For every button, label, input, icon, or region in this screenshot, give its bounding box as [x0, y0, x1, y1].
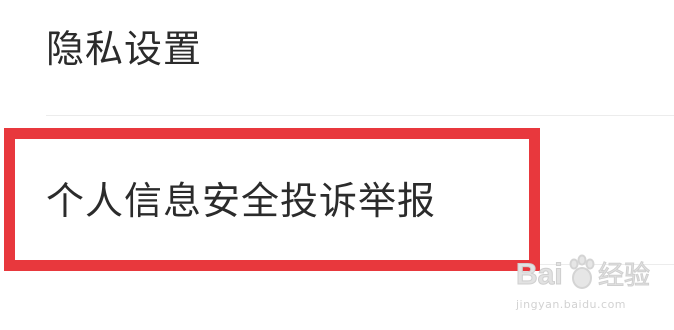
personal-info-complaint-row[interactable]: 个人信息安全投诉举报	[0, 116, 674, 264]
privacy-settings-label: 隐私设置	[46, 27, 203, 71]
svg-text:经验: 经验	[598, 261, 650, 291]
settings-screen: 隐私设置 个人信息安全投诉举报 Bai 经验 jingyan.baidu.com	[0, 0, 674, 330]
row-divider	[46, 264, 674, 265]
privacy-settings-row[interactable]: 隐私设置	[0, 0, 674, 115]
watermark-url: jingyan.baidu.com	[516, 298, 627, 311]
personal-info-complaint-label: 个人信息安全投诉举报	[46, 179, 437, 223]
